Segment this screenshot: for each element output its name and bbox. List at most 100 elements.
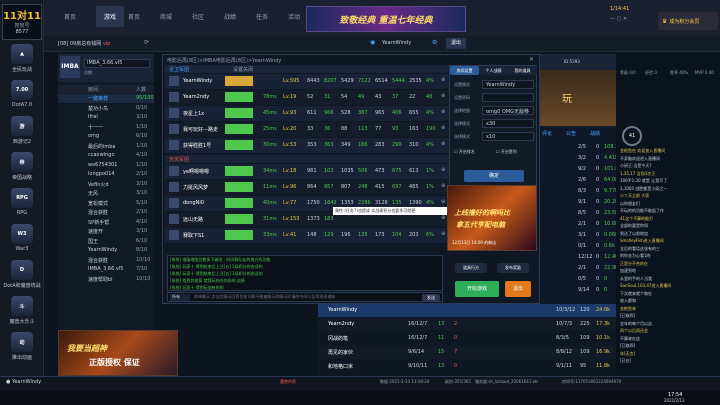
player-name[interactable]: Yearn2ndy — [183, 94, 223, 100]
win-checkbox[interactable]: ☐ 开启胜利 — [496, 149, 517, 155]
player-row[interactable]: 我可玩好—路走 25ms Lv.20 33 36 88 113 77 93 163 190 ⊕ — [165, 122, 449, 137]
more-icon[interactable]: ⊕ — [441, 167, 445, 173]
vip-promo-button[interactable]: ♛ 成为积分会员 — [658, 12, 718, 30]
promo-banner[interactable]: 致敬经典 重温七年经典 — [306, 6, 466, 32]
room-list-item[interactable]: IMBA_3.66.vl5 7/10 — [58, 265, 154, 274]
player-name[interactable]: 获得胜胜1号 — [183, 142, 223, 149]
start-game-button[interactable]: 开始游戏 — [455, 281, 499, 297]
room-list-item[interactable]: 混合获胜 2/10 — [58, 208, 154, 217]
more-icon[interactable]: ⊕ — [441, 141, 445, 147]
player-name[interactable]: 远山无路 — [183, 216, 223, 223]
player-name[interactable]: 赛取下S1 — [183, 232, 223, 239]
settings-select[interactable]: YearnWindy — [482, 80, 534, 89]
room-list-item[interactable]: 无风 3/10 — [58, 189, 154, 198]
sidebar-item[interactable]: 游西游记2 — [0, 116, 44, 145]
room-list-item[interactable]: ccaowingo 4/10 — [58, 151, 154, 160]
chat-input[interactable]: 简单聊天:点击比聊天回到目前可能不能被聊天的聊天时请的中间公告等消息通知 — [194, 294, 414, 301]
player-row[interactable]: 夜星上1x 45ms Lv.93 611 966 528 387 965 406 655 4% ⊕ — [165, 106, 449, 121]
player-row[interactable]: YearnWindy Lv.595 8443 8207 5429 7122 6514 5444… — [165, 74, 449, 89]
settings-tab[interactable]: 我的道具 — [508, 66, 537, 75]
right-tab[interactable]: 公告 — [566, 130, 576, 137]
sidebar-item[interactable]: D DotA和魔兽统战 — [0, 260, 44, 289]
room-list-item[interactable]: YearnWindy 8/10 — [58, 246, 154, 255]
player-row[interactable]: ye啊嗯嗯嗯 34ms Lv.18 981 103 1035 506 473 675 613 1% ⊕ — [165, 164, 449, 179]
room-list-item[interactable]: 楚功小鸟 0/10 — [58, 104, 154, 113]
chat-scope-select[interactable]: 所有 — [170, 294, 190, 301]
more-icon[interactable]: ⊕ — [441, 93, 445, 99]
player-row[interactable]: 赛取下S1 33ms Lv.41 148 129 196 135 173 104 203 6% ⊕ — [165, 228, 449, 243]
more-icon[interactable]: ⊕ — [441, 125, 445, 131]
status-user[interactable]: ● YearnWindy — [6, 379, 41, 385]
app-logo[interactable]: 11对11 搜房号 8577 — [2, 4, 42, 40]
room-list-item[interactable]: SP新手帮 4/10 — [58, 218, 154, 227]
send-button[interactable]: 发送 — [422, 294, 440, 301]
ready-button[interactable]: 退出 — [505, 281, 531, 297]
room-list-item[interactable]: omg 6/10 — [58, 132, 154, 141]
bottom-ad-banner[interactable]: 我要当超神 正版授权 保证 — [58, 330, 178, 376]
top-tab[interactable]: 游戏 — [96, 6, 125, 27]
settings-select[interactable]: x10 — [482, 132, 534, 141]
top-tab[interactable]: 战绩 — [224, 12, 236, 21]
sidebar-item[interactable]: 7.00 DotA7.0 — [0, 80, 44, 108]
reward-button[interactable]: 发布奖励 — [497, 263, 529, 273]
settings-icon[interactable]: ⚙ — [432, 39, 437, 46]
top-tab[interactable]: 首页 — [128, 12, 140, 21]
top-tab[interactable]: 首页 — [64, 12, 76, 21]
player-name[interactable]: dongNi0 — [183, 200, 223, 206]
player-row[interactable]: 力挺风风梦 11ms Lv.96 864 957 807 248 415 697 485 1% ⊕ — [165, 180, 449, 195]
top-tab[interactable]: 任务 — [256, 12, 268, 21]
player-name[interactable]: ye啊嗯嗯嗯 — [183, 168, 223, 175]
room-list-item[interactable]: 混合获胜 10/10 — [58, 256, 154, 265]
room-list-item[interactable]: Ifral 3/10 — [58, 113, 154, 122]
room-list-item[interactable]: Vefln火d 3/10 — [58, 180, 154, 189]
more-icon[interactable]: ⊕ — [441, 215, 445, 221]
close-icon[interactable]: ✕ — [529, 56, 534, 63]
sidebar-item[interactable]: RPG RPG — [0, 188, 44, 216]
settings-tab[interactable]: 房间设置 — [450, 66, 479, 75]
more-icon[interactable]: ⊕ — [441, 183, 445, 189]
room-list-item[interactable]: 一键推荐 95/100 — [58, 94, 154, 103]
player-name[interactable]: 力挺风风梦 — [183, 184, 223, 191]
sidebar-item[interactable]: 斗魔兽大乐斗 — [0, 296, 44, 325]
player-row[interactable]: 获得胜胜1号 30ms Lv.53 353 363 349 186 283 290 310 4% ⊕ — [165, 138, 449, 153]
confirm-button[interactable]: 确定 — [464, 170, 524, 182]
player-stats-row[interactable]: 冈战的笔 16/12/7 11 0 8/3/5 109 10.1k — [318, 332, 616, 345]
player-name[interactable]: 我可玩好—路走 — [183, 126, 223, 133]
player-stats-row[interactable]: 再见的家伙 9/6/14 15 7 8/8/12 109 16.9k — [318, 346, 616, 359]
more-icon[interactable]: ⊕ — [441, 199, 445, 205]
settings-select[interactable]: omg0 OMG无敌移 — [482, 106, 534, 115]
room-list-item[interactable]: 宽松模式 5/10 — [58, 199, 154, 208]
window-controls[interactable]: — ▢ ✕ — [610, 16, 627, 22]
room-toggle-icon[interactable]: ◉ — [370, 39, 375, 46]
right-tab[interactable]: 战绩 — [590, 130, 600, 137]
game-selector[interactable]: IMBA_3.66.vl5 — [84, 59, 150, 68]
sidebar-item[interactable]: ▲ 全民玩战 — [0, 44, 44, 73]
top-tab[interactable]: 商城 — [160, 12, 172, 21]
refresh-icon[interactable]: ⟳ — [144, 39, 149, 46]
settings-select[interactable]: x30 — [482, 119, 534, 128]
rank-checkbox[interactable]: ☐ 开启排名 — [454, 149, 475, 155]
room-list-item[interactable]: 最后的imba 1/10 — [58, 142, 154, 151]
top-tab[interactable]: 社区 — [192, 12, 204, 21]
room-list-item[interactable]: 速度帮助bl 10/10 — [58, 275, 154, 284]
room-list-item[interactable]: 国王 6/10 — [58, 237, 154, 246]
player-stats-row[interactable]: 和地格口米 9/10/11 13 0 9/1/11 95 11.8k — [318, 360, 616, 373]
room-list-item[interactable]: longpo014 2/10 — [58, 170, 154, 179]
more-icon[interactable]: ⊕ — [441, 231, 445, 237]
room-name[interactable]: [08] 09房总有钱网 vip — [58, 40, 110, 47]
player-name[interactable]: 夜星上1x — [183, 110, 223, 117]
room-list-item[interactable]: 速度开 3/10 — [58, 227, 154, 236]
player-stats-row[interactable]: Yearn2ndy 16/12/7 13 2 10/7/3 225 17.3k — [318, 318, 616, 331]
sidebar-item[interactable]: W3 War3 — [0, 224, 44, 252]
player-name[interactable]: YearnWindy — [183, 78, 223, 84]
settings-select[interactable] — [482, 93, 534, 102]
right-tab[interactable]: 评论 — [542, 130, 552, 137]
sidebar-item[interactable]: 动推出动画 — [0, 332, 44, 361]
more-icon[interactable]: ⊕ — [441, 77, 445, 83]
top-tab[interactable]: 活动 — [288, 12, 300, 21]
player-row[interactable]: Yearn2ndy 78ms Lv.19 52 31 54 49 43 37 22 48 ⊕ — [165, 90, 449, 105]
player-stats-row[interactable]: YearnWindy 10/3/12 120 24.0k — [318, 304, 616, 317]
settings-tab[interactable]: 个人战绩 — [479, 66, 508, 75]
room-list-item[interactable]: wo6754301 1/10 — [58, 161, 154, 170]
more-icon[interactable]: ⊕ — [441, 109, 445, 115]
